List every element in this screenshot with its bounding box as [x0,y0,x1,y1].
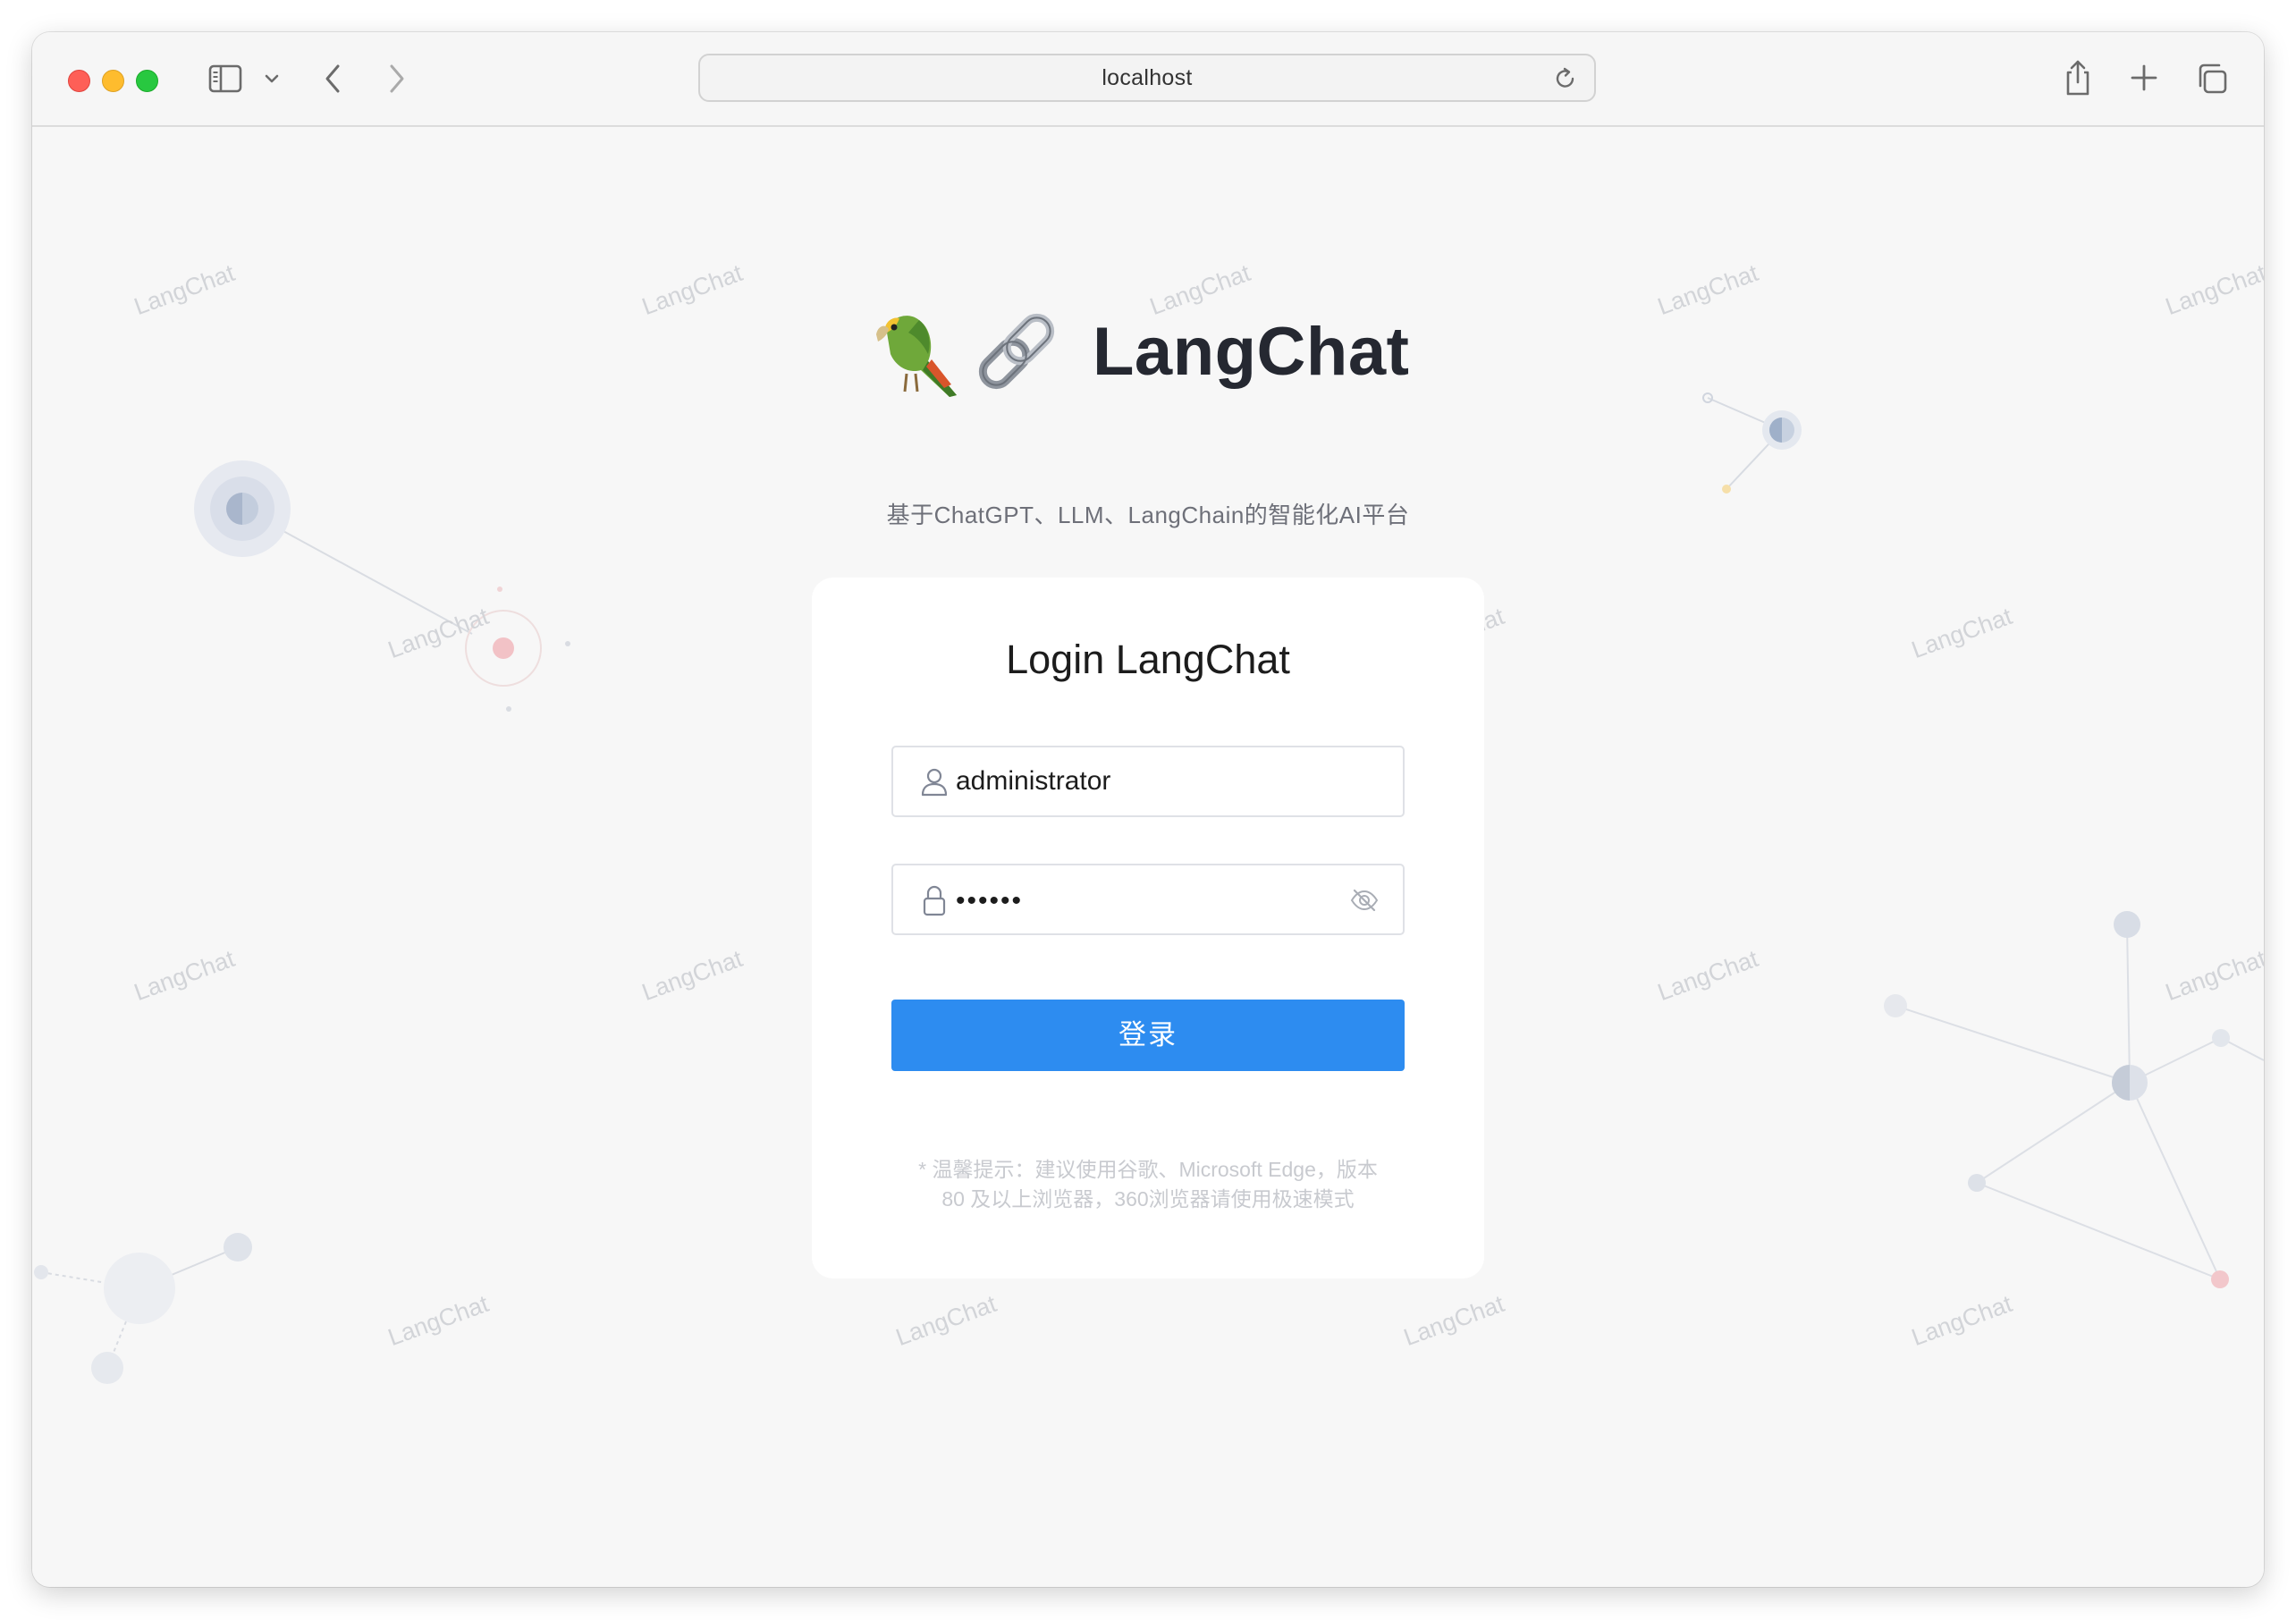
browser-window: localhost LangChat LangChat LangChat Lan… [32,32,2264,1587]
login-button[interactable]: 登录 [891,1000,1405,1071]
subtitle: 基于ChatGPT、LLM、LangChain的智能化AI平台 [886,502,1410,528]
lock-icon [918,883,950,922]
chain-link-icon [978,313,1055,390]
sidebar-icon[interactable] [207,63,243,95]
tabs-icon[interactable] [2194,61,2230,97]
username-value: administrator [956,766,1111,796]
login-title: Login LangChat [1006,637,1290,682]
password-value: •••••• [956,886,1024,915]
browser-toolbar: localhost [32,32,2264,127]
tip-text: * 温馨提示：建议使用谷歌、Microsoft Edge，版本 80 及以上浏览… [865,1155,1431,1214]
password-input[interactable]: •••••• [891,864,1405,935]
tip-line-1: * 温馨提示：建议使用谷歌、Microsoft Edge，版本 [918,1158,1378,1181]
share-icon[interactable] [2060,57,2096,98]
chevron-right-icon[interactable] [381,61,413,97]
brand-title: LangChat [1093,313,1410,390]
zoom-window-button[interactable] [136,70,158,92]
close-window-button[interactable] [68,70,90,92]
page-content: LangChat LangChat LangChat LangChat Lang… [32,127,2264,1587]
eye-off-icon[interactable] [1349,887,1380,918]
user-icon [918,765,950,802]
url-text: localhost [1102,65,1193,90]
username-input[interactable]: administrator [891,746,1405,817]
chevron-left-icon[interactable] [317,61,349,97]
chevron-down-icon[interactable] [261,68,283,89]
logo: LangChat [869,293,1409,409]
minimize-window-button[interactable] [102,70,124,92]
login-card: Login LangChat administrator •••••• 登录 *… [812,578,1484,1278]
plus-icon[interactable] [2128,62,2160,94]
tip-line-2: 80 及以上浏览器，360浏览器请使用极速模式 [941,1187,1355,1211]
address-bar[interactable]: localhost [698,54,1596,102]
reload-icon[interactable] [1551,64,1580,93]
parrot-icon [876,316,957,397]
